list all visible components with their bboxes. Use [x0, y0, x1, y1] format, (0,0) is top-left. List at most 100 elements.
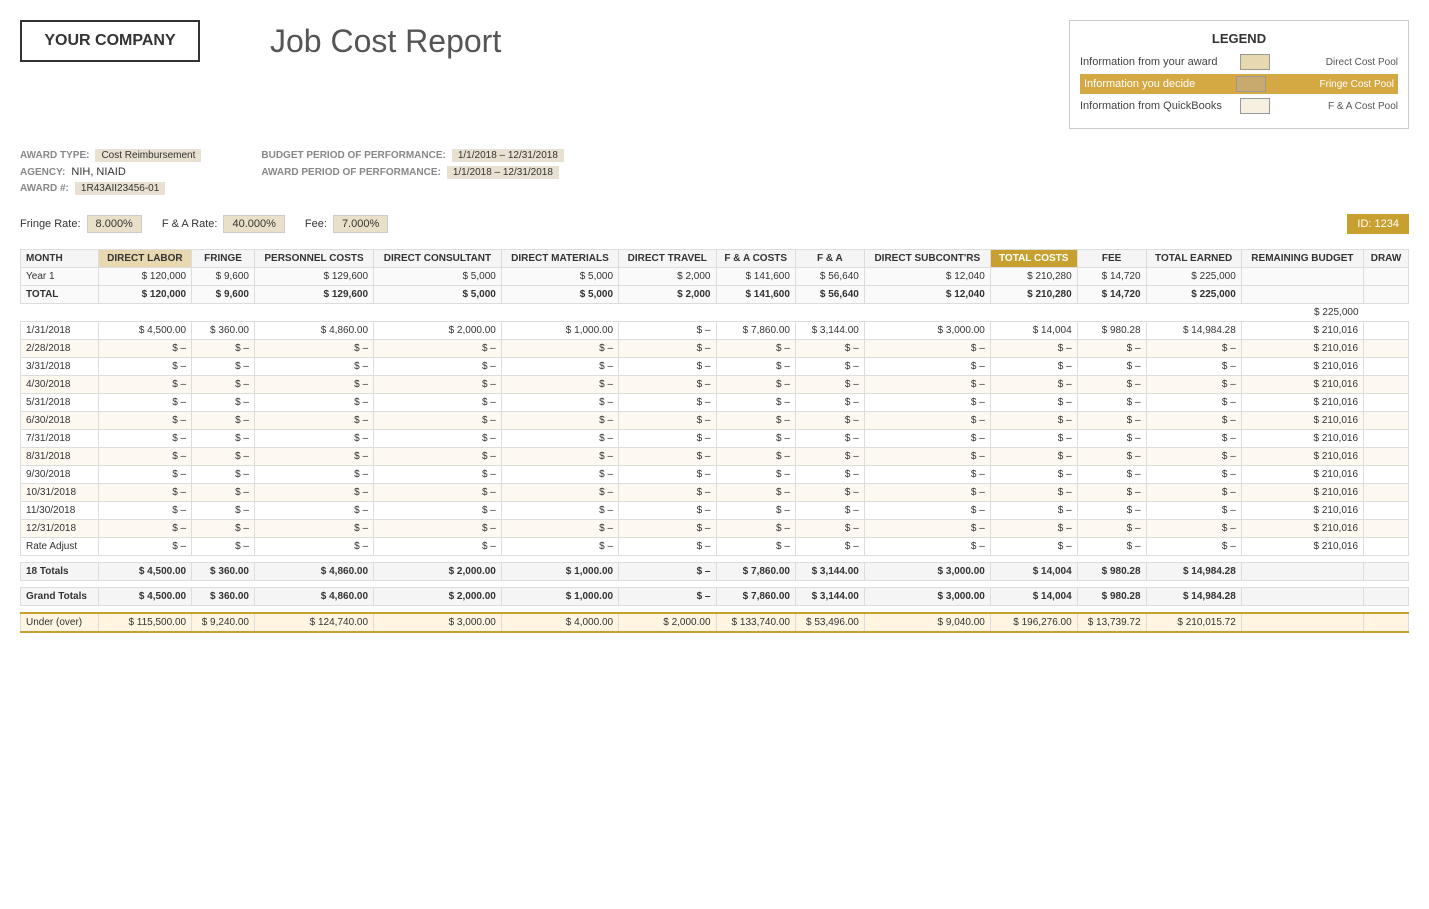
- table-cell: $ –: [990, 412, 1077, 430]
- spacer-cell: [1364, 304, 1409, 322]
- table-cell: $ –: [98, 412, 191, 430]
- table-cell: $ –: [619, 588, 716, 606]
- table-cell: $ 14,004: [990, 563, 1077, 581]
- table-cell: $ 141,600: [716, 268, 795, 286]
- table-cell: $ –: [254, 376, 373, 394]
- spacer-row: [21, 581, 1409, 588]
- award-number-label: AWARD #:: [20, 183, 69, 194]
- table-cell: $ –: [1146, 502, 1241, 520]
- table-cell: $ –: [374, 430, 502, 448]
- table-cell: 7/31/2018: [21, 430, 99, 448]
- table-cell: 18 Totals: [21, 563, 99, 581]
- table-cell: [1364, 322, 1409, 340]
- legend-row-3: Information from QuickBooks F & A Cost P…: [1080, 98, 1398, 114]
- table-cell: $ –: [1077, 340, 1146, 358]
- table-cell: $ 14,720: [1077, 268, 1146, 286]
- table-cell: [1364, 538, 1409, 556]
- col-draw: DRAW: [1364, 250, 1409, 268]
- cost-report-table: MONTH DIRECT LABOR FRINGE PERSONNEL COST…: [20, 249, 1409, 633]
- id-label: ID:: [1357, 218, 1371, 230]
- col-total-earned: TOTAL EARNED: [1146, 250, 1241, 268]
- col-fa-costs: F & A COSTS: [716, 250, 795, 268]
- table-cell: $ –: [716, 412, 795, 430]
- table-cell: $ 14,004: [990, 588, 1077, 606]
- table-cell: $ –: [1146, 412, 1241, 430]
- table-cell: $ 3,000.00: [864, 322, 990, 340]
- table-cell: $ 124,740.00: [254, 613, 373, 632]
- table-cell: $ –: [864, 520, 990, 538]
- table-cell: $ 3,000.00: [864, 588, 990, 606]
- table-cell: $ 13,739.72: [1077, 613, 1146, 632]
- table-row: Rate Adjust$ –$ –$ –$ –$ –$ –$ –$ –$ –$ …: [21, 538, 1409, 556]
- table-cell: $ 133,740.00: [716, 613, 795, 632]
- table-cell: $ –: [374, 376, 502, 394]
- table-cell: Year 1: [21, 268, 99, 286]
- table-cell: $ –: [864, 466, 990, 484]
- table-cell: $ –: [501, 466, 618, 484]
- table-cell: $ –: [501, 520, 618, 538]
- table-cell: $ –: [1077, 430, 1146, 448]
- table-cell: $ 4,860.00: [254, 588, 373, 606]
- fa-rate-value: 40.000%: [223, 215, 284, 233]
- info-section: AWARD TYPE: Cost Reimbursement AGENCY: N…: [20, 149, 1409, 199]
- table-cell: $ –: [864, 502, 990, 520]
- table-cell: $ 7,860.00: [716, 588, 795, 606]
- table-cell: $ –: [864, 484, 990, 502]
- table-cell: $ –: [254, 466, 373, 484]
- table-cell: $ –: [716, 376, 795, 394]
- table-cell: $ 980.28: [1077, 322, 1146, 340]
- table-cell: $ –: [795, 394, 864, 412]
- table-cell: $ –: [619, 430, 716, 448]
- table-cell: $ –: [619, 520, 716, 538]
- table-row: 1/31/2018$ 4,500.00$ 360.00$ 4,860.00$ 2…: [21, 322, 1409, 340]
- table-cell: [1364, 376, 1409, 394]
- table-cell: [1241, 268, 1363, 286]
- table-cell: $ –: [501, 358, 618, 376]
- legend-swatch-1: [1240, 54, 1270, 70]
- table-cell: $ –: [1146, 430, 1241, 448]
- table-cell: $ –: [716, 466, 795, 484]
- fee-rate-label: Fee:: [305, 218, 327, 230]
- table-cell: $ –: [619, 412, 716, 430]
- table-cell: $ 196,276.00: [990, 613, 1077, 632]
- left-info: AWARD TYPE: Cost Reimbursement AGENCY: N…: [20, 149, 201, 199]
- table-cell: $ 7,860.00: [716, 322, 795, 340]
- col-remaining: REMAINING BUDGET: [1241, 250, 1363, 268]
- table-cell: [1364, 466, 1409, 484]
- table-cell: 11/30/2018: [21, 502, 99, 520]
- table-row: 11/30/2018$ –$ –$ –$ –$ –$ –$ –$ –$ –$ –…: [21, 502, 1409, 520]
- table-cell: $ –: [374, 484, 502, 502]
- table-cell: 6/30/2018: [21, 412, 99, 430]
- table-cell: $ –: [374, 538, 502, 556]
- table-cell: [1364, 520, 1409, 538]
- table-cell: $ –: [192, 340, 255, 358]
- table-cell: [1364, 448, 1409, 466]
- legend-label-2: Information you decide: [1084, 78, 1228, 90]
- table-cell: $ –: [1077, 484, 1146, 502]
- table-cell: $ –: [795, 520, 864, 538]
- table-cell: $ –: [1146, 466, 1241, 484]
- table-cell: $ 9,600: [192, 286, 255, 304]
- table-cell: [1364, 588, 1409, 606]
- table-cell: $ 120,000: [98, 286, 191, 304]
- table-cell: $ –: [98, 502, 191, 520]
- table-cell: $ 1,000.00: [501, 322, 618, 340]
- table-row: 12/31/2018$ –$ –$ –$ –$ –$ –$ –$ –$ –$ –…: [21, 520, 1409, 538]
- table-cell: [1364, 412, 1409, 430]
- col-fa: F & A: [795, 250, 864, 268]
- table-cell: $ –: [192, 394, 255, 412]
- table-cell: $ –: [254, 430, 373, 448]
- table-cell: Under (over): [21, 613, 99, 632]
- table-cell: $ 210,016: [1241, 358, 1363, 376]
- table-cell: [1364, 394, 1409, 412]
- table-cell: $ –: [254, 394, 373, 412]
- table-cell: $ 210,015.72: [1146, 613, 1241, 632]
- legend-desc-3: F & A Cost Pool: [1278, 101, 1398, 112]
- table-cell: $ 56,640: [795, 268, 864, 286]
- table-cell: $ –: [374, 412, 502, 430]
- table-cell: $ –: [192, 412, 255, 430]
- col-consultant: DIRECT CONSULTANT: [374, 250, 502, 268]
- award-number-value: 1R43AII23456-01: [75, 182, 165, 195]
- table-cell: $ –: [192, 538, 255, 556]
- table-cell: $ –: [619, 376, 716, 394]
